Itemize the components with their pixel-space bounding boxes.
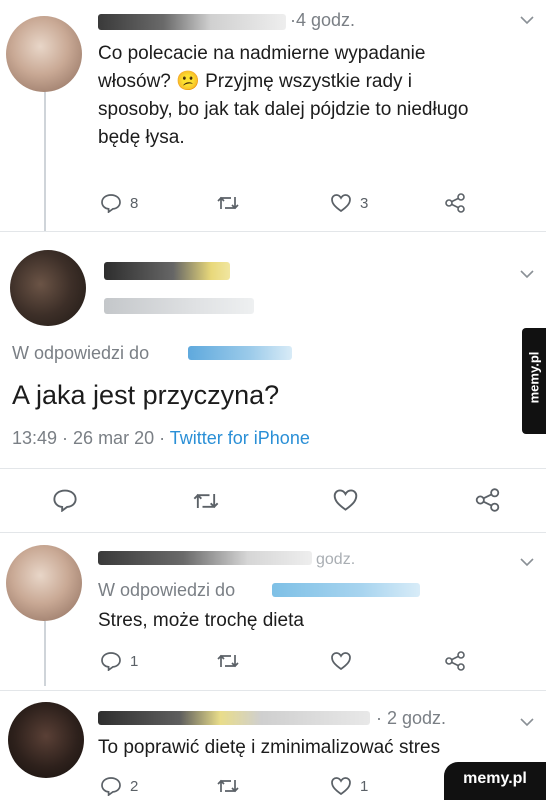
retweet-icon [216, 194, 240, 212]
share-button-tweet1[interactable] [444, 193, 466, 213]
tweet2-text: A jaka jest przyczyna? [12, 380, 280, 410]
divider-1 [0, 231, 546, 232]
reply-button-tweet3[interactable]: 1 [100, 651, 138, 671]
tweet2-time: 13:49 · 26 mar 20 · [12, 428, 166, 448]
chevron-down-icon[interactable] [520, 554, 534, 572]
like-button-tweet1[interactable]: 3 [330, 193, 368, 213]
heart-icon [330, 651, 352, 671]
reply-icon [100, 651, 122, 671]
divider-3 [0, 532, 546, 533]
avatar-tweet2[interactable] [10, 250, 86, 326]
retweet-button-tweet2[interactable] [192, 490, 220, 512]
tweet1-text-line2b: Przyjmę wszystkie rady i [205, 71, 413, 92]
reply-button-tweet4[interactable]: 2 [100, 776, 138, 796]
thread-line-3 [44, 621, 46, 686]
censored-username-tweet4[interactable] [98, 711, 370, 725]
divider-4 [0, 690, 546, 691]
side-watermark: memy.pl [522, 328, 546, 434]
censored-username-tweet3[interactable] [98, 551, 312, 565]
share-icon [444, 651, 466, 671]
reply-count: 1 [130, 652, 139, 670]
like-button-tweet3[interactable] [330, 651, 352, 671]
divider-2 [0, 468, 546, 469]
like-button-tweet4[interactable]: 1 [330, 776, 368, 796]
avatar-tweet3[interactable] [6, 545, 82, 621]
heart-icon [330, 776, 352, 796]
retweet-icon [216, 777, 240, 795]
share-icon [474, 488, 501, 512]
side-watermark-text: memy.pl [526, 351, 542, 404]
reply-icon [100, 193, 122, 213]
retweet-icon [216, 652, 240, 670]
reply-icon [100, 776, 122, 796]
tweet1-text-line2a: włosów? [98, 71, 171, 92]
corner-watermark: memy.pl [444, 762, 546, 800]
reply-button-tweet1[interactable]: 8 [100, 193, 138, 213]
censored-handle-tweet2[interactable] [104, 298, 254, 314]
heart-icon [332, 488, 359, 512]
reply-button-tweet2[interactable] [52, 488, 78, 512]
thread-line-1 [44, 82, 46, 232]
tweet2-source-link[interactable]: Twitter for iPhone [170, 428, 310, 448]
like-count: 1 [360, 777, 369, 795]
reply-icon [52, 488, 78, 512]
like-count: 3 [360, 194, 369, 212]
reply-to-label-tweet2: W odpowiedzi do [12, 343, 150, 363]
timestamp-tweet3[interactable]: godz. [316, 546, 355, 574]
reply-to-label-tweet3: W odpowiedzi do [98, 580, 236, 600]
emoji-icon: 😕 [176, 71, 200, 92]
tweet1-text-line1: Co polecacie na nadmierne wypadanie [98, 43, 426, 64]
censored-display-name-tweet2[interactable] [104, 262, 230, 280]
tweet3-text: Stres, może trochę dieta [98, 610, 304, 631]
censored-username-tweet1[interactable] [98, 14, 286, 30]
reply-count: 8 [130, 194, 139, 212]
chevron-down-icon[interactable] [520, 714, 534, 732]
share-button-tweet3[interactable] [444, 651, 466, 671]
timestamp-tweet1[interactable]: ·4 godz. [290, 6, 355, 34]
like-button-tweet2[interactable] [332, 488, 359, 512]
retweet-button-tweet3[interactable] [216, 652, 240, 670]
tweet1-text-line3: sposoby, bo jak tak dalej pójdzie to nie… [98, 99, 469, 120]
avatar-tweet1[interactable] [6, 16, 82, 92]
corner-watermark-text: memy.pl [463, 770, 527, 787]
heart-icon [330, 193, 352, 213]
tweet4-text: To poprawić dietę i zminimalizować stres [98, 737, 441, 758]
censored-reply-handle-tweet2[interactable] [188, 346, 292, 360]
censored-reply-handle-tweet3[interactable] [272, 583, 420, 597]
retweet-button-tweet1[interactable] [216, 194, 240, 212]
tweet2-meta: 13:49 · 26 mar 20 · Twitter for iPhone [12, 424, 310, 452]
avatar-tweet4[interactable] [8, 702, 84, 778]
tweet1-text-line4: będę łysa. [98, 127, 185, 148]
reply-count: 2 [130, 777, 139, 795]
chevron-down-icon[interactable] [520, 266, 534, 284]
retweet-button-tweet4[interactable] [216, 777, 240, 795]
timestamp-tweet4[interactable]: · 2 godz. [376, 704, 446, 732]
tweet1-text-line2: włosów? 😕 Przyjmę wszystkie rady i [98, 68, 412, 96]
retweet-icon [192, 490, 220, 512]
share-icon [444, 193, 466, 213]
share-button-tweet2[interactable] [474, 488, 501, 512]
chevron-down-icon[interactable] [520, 12, 534, 30]
